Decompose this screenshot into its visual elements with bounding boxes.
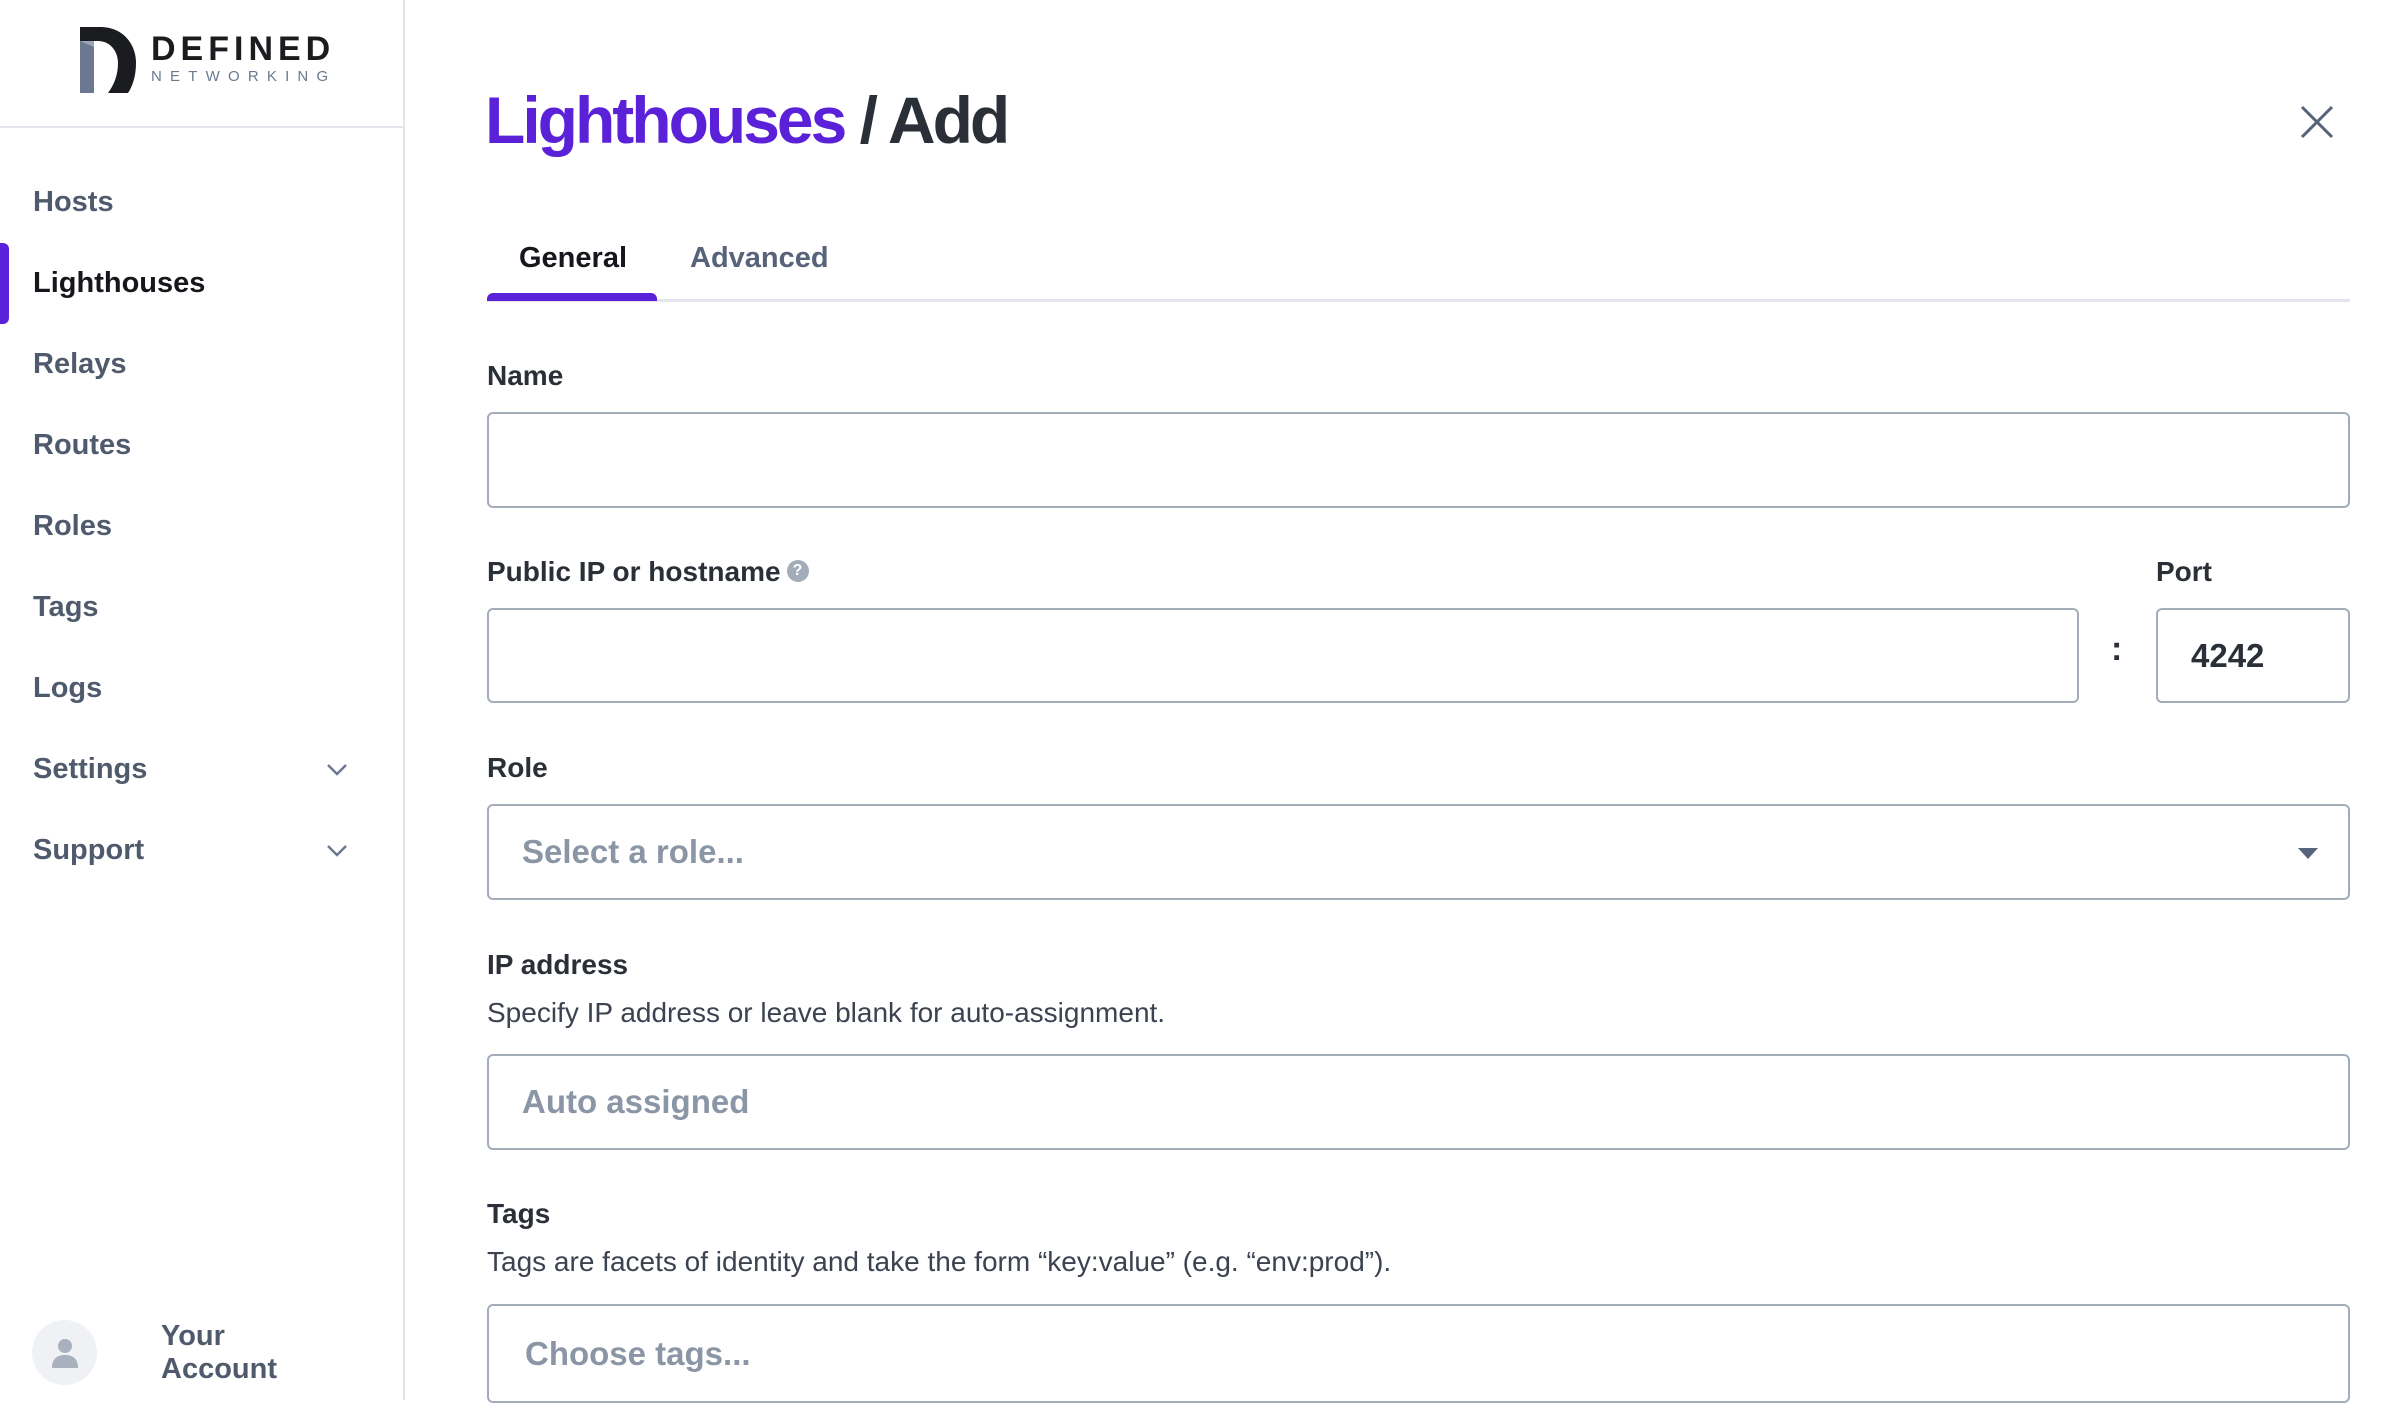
sidebar-item-label: Settings [33,753,148,785]
avatar [32,1320,97,1385]
sidebar-item-label: Support [33,834,145,866]
account-label: Your Account [161,1319,277,1385]
ip-address-label: IP address [487,949,629,980]
ip-address-input[interactable] [487,1054,2350,1150]
role-placeholder: Select a role... [522,833,744,870]
tags-help: Tags are facets of identity and take the… [487,1246,1392,1277]
brand-subtitle: NETWORKING [151,68,337,85]
brand-name: DEFINED [151,30,336,68]
sidebar-item-roles[interactable]: Roles [0,486,403,567]
tab-bar: General Advanced [487,230,2350,302]
sidebar: DEFINED NETWORKING Hosts Lighthouses Rel… [0,0,405,1400]
sidebar-item-label: Hosts [33,186,114,218]
breadcrumb-separator: / [859,83,878,157]
name-label: Name [487,360,564,391]
tags-label: Tags [487,1198,551,1229]
sidebar-item-logs[interactable]: Logs [0,648,403,729]
tags-placeholder: Choose tags... [525,1334,751,1372]
help-question-icon[interactable]: ? [786,559,809,582]
breadcrumb-lighthouses[interactable]: Lighthouses [485,83,847,157]
breadcrumb-current: Add [887,83,1010,157]
active-tab-indicator [487,293,657,301]
tags-input[interactable]: Choose tags... [487,1304,2350,1403]
sidebar-item-label: Tags [33,591,99,623]
port-label: Port [2156,556,2212,587]
sidebar-item-routes[interactable]: Routes [0,405,403,486]
sidebar-item-label: Logs [33,672,103,704]
public-ip-label: Public IP or hostname? [487,556,809,588]
sidebar-item-hosts[interactable]: Hosts [0,162,403,243]
sidebar-item-settings[interactable]: Settings [0,729,403,810]
tab-advanced[interactable]: Advanced [690,242,829,275]
caret-down-icon [2298,848,2318,859]
sidebar-item-support[interactable]: Support [0,810,403,891]
defined-logo-icon [80,27,136,93]
sidebar-item-label: Roles [33,510,112,542]
page-title: Lighthouses / Add [485,82,1010,158]
role-select[interactable]: Select a role... [487,804,2350,900]
sidebar-item-label: Lighthouses [33,267,206,299]
account-menu[interactable]: Your Account [32,1320,277,1385]
sidebar-item-label: Relays [33,348,127,380]
public-ip-input[interactable] [487,608,2079,703]
sidebar-item-tags[interactable]: Tags [0,567,403,648]
port-separator: : [2111,630,2123,668]
chevron-down-icon [327,845,347,857]
user-icon [51,1338,78,1368]
ip-address-help: Specify IP address or leave blank for au… [487,997,1166,1028]
sidebar-item-label: Routes [33,429,132,461]
sidebar-item-relays[interactable]: Relays [0,324,403,405]
logo[interactable]: DEFINED NETWORKING [0,0,403,128]
port-input[interactable] [2156,608,2350,703]
sidebar-item-lighthouses[interactable]: Lighthouses [0,243,403,324]
role-label: Role [487,752,548,783]
tab-general[interactable]: General [519,242,627,275]
chevron-down-icon [327,764,347,776]
name-input[interactable] [487,412,2350,508]
close-icon[interactable] [2299,104,2335,140]
public-ip-label-text: Public IP or hostname [487,556,781,587]
